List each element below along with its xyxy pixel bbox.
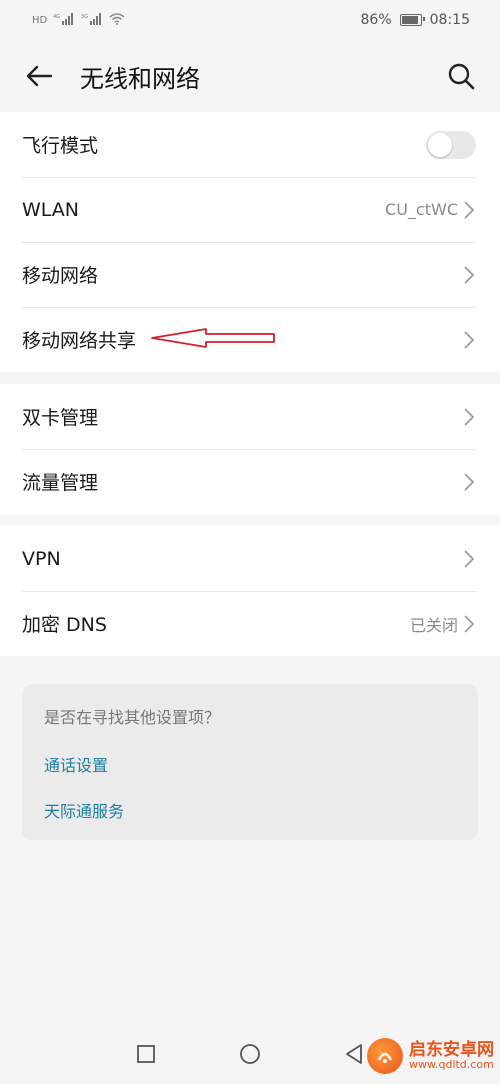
row-airplane-mode[interactable]: 飞行模式 <box>0 112 500 177</box>
link-skytone-service[interactable]: 天际通服务 <box>44 798 456 822</box>
chevron-right-icon <box>464 200 476 220</box>
svg-text:3G: 3G <box>81 14 88 20</box>
row-mobile-network[interactable]: 移动网络 <box>0 242 500 307</box>
status-right: 86% 08:15 <box>361 12 470 28</box>
row-wlan[interactable]: WLAN CU_ctWC <box>0 177 500 242</box>
watermark-url: www.qdltd.com <box>409 1058 494 1072</box>
watermark: 启东安卓网 www.qdltd.com <box>367 1038 494 1074</box>
svg-text:4G: 4G <box>53 14 60 20</box>
signal-3g-icon: 3G <box>81 12 103 28</box>
page-title: 无线和网络 <box>80 64 200 93</box>
chevron-right-icon <box>464 407 476 427</box>
row-label: VPN <box>22 547 61 570</box>
row-label: 移动网络 <box>22 265 99 287</box>
back-triangle-icon[interactable] <box>342 1042 366 1066</box>
home-circle-icon[interactable] <box>238 1042 262 1066</box>
hd-icon: HD <box>32 14 48 26</box>
chevron-right-icon <box>464 472 476 492</box>
dns-value: 已关闭 <box>409 615 458 635</box>
watermark-text: 启东安卓网 www.qdltd.com <box>409 1039 494 1072</box>
recents-square-icon[interactable] <box>134 1042 158 1066</box>
settings-group-network: 飞行模式 WLAN CU_ctWC 移动网络 移动网络共享 <box>0 112 500 372</box>
row-dual-sim[interactable]: 双卡管理 <box>0 384 500 449</box>
status-left: HD 4G 3G <box>32 12 125 28</box>
row-tethering[interactable]: 移动网络共享 <box>0 307 500 372</box>
search-icon[interactable] <box>446 61 476 91</box>
row-label: 加密 DNS <box>22 614 107 636</box>
row-label: WLAN <box>22 198 80 221</box>
status-bar: HD 4G 3G 86% 08:15 <box>0 0 500 40</box>
battery-icon <box>399 14 425 26</box>
wlan-value: CU_ctWC <box>385 200 458 219</box>
watermark-name: 启东安卓网 <box>409 1039 494 1060</box>
airplane-mode-toggle[interactable] <box>426 130 476 159</box>
row-label: 移动网络共享 <box>22 330 137 352</box>
back-arrow-icon[interactable] <box>24 61 54 91</box>
suggestion-card: 是否在寻找其他设置项？ 通话设置 天际通服务 <box>22 684 478 840</box>
row-label: 流量管理 <box>22 472 99 494</box>
row-data-usage[interactable]: 流量管理 <box>0 449 500 514</box>
signal-4g-icon: 4G <box>53 12 75 28</box>
clock: 08:15 <box>429 12 470 28</box>
link-call-settings[interactable]: 通话设置 <box>44 752 456 776</box>
settings-group-vpn: VPN 加密 DNS 已关闭 <box>0 526 500 656</box>
chevron-right-icon <box>464 265 476 285</box>
wifi-icon <box>109 12 125 28</box>
chevron-right-icon <box>464 330 476 350</box>
settings-group-sim: 双卡管理 流量管理 <box>0 384 500 514</box>
suggestion-title: 是否在寻找其他设置项？ <box>44 708 221 727</box>
chevron-right-icon <box>464 549 476 569</box>
row-label: 飞行模式 <box>22 135 99 157</box>
watermark-logo-icon <box>367 1038 403 1074</box>
row-private-dns[interactable]: 加密 DNS 已关闭 <box>0 591 500 656</box>
chevron-right-icon <box>464 614 476 634</box>
row-label: 双卡管理 <box>22 407 99 429</box>
header: 无线和网络 <box>0 40 500 112</box>
battery-percent: 86% <box>360 12 392 28</box>
row-vpn[interactable]: VPN <box>0 526 500 591</box>
